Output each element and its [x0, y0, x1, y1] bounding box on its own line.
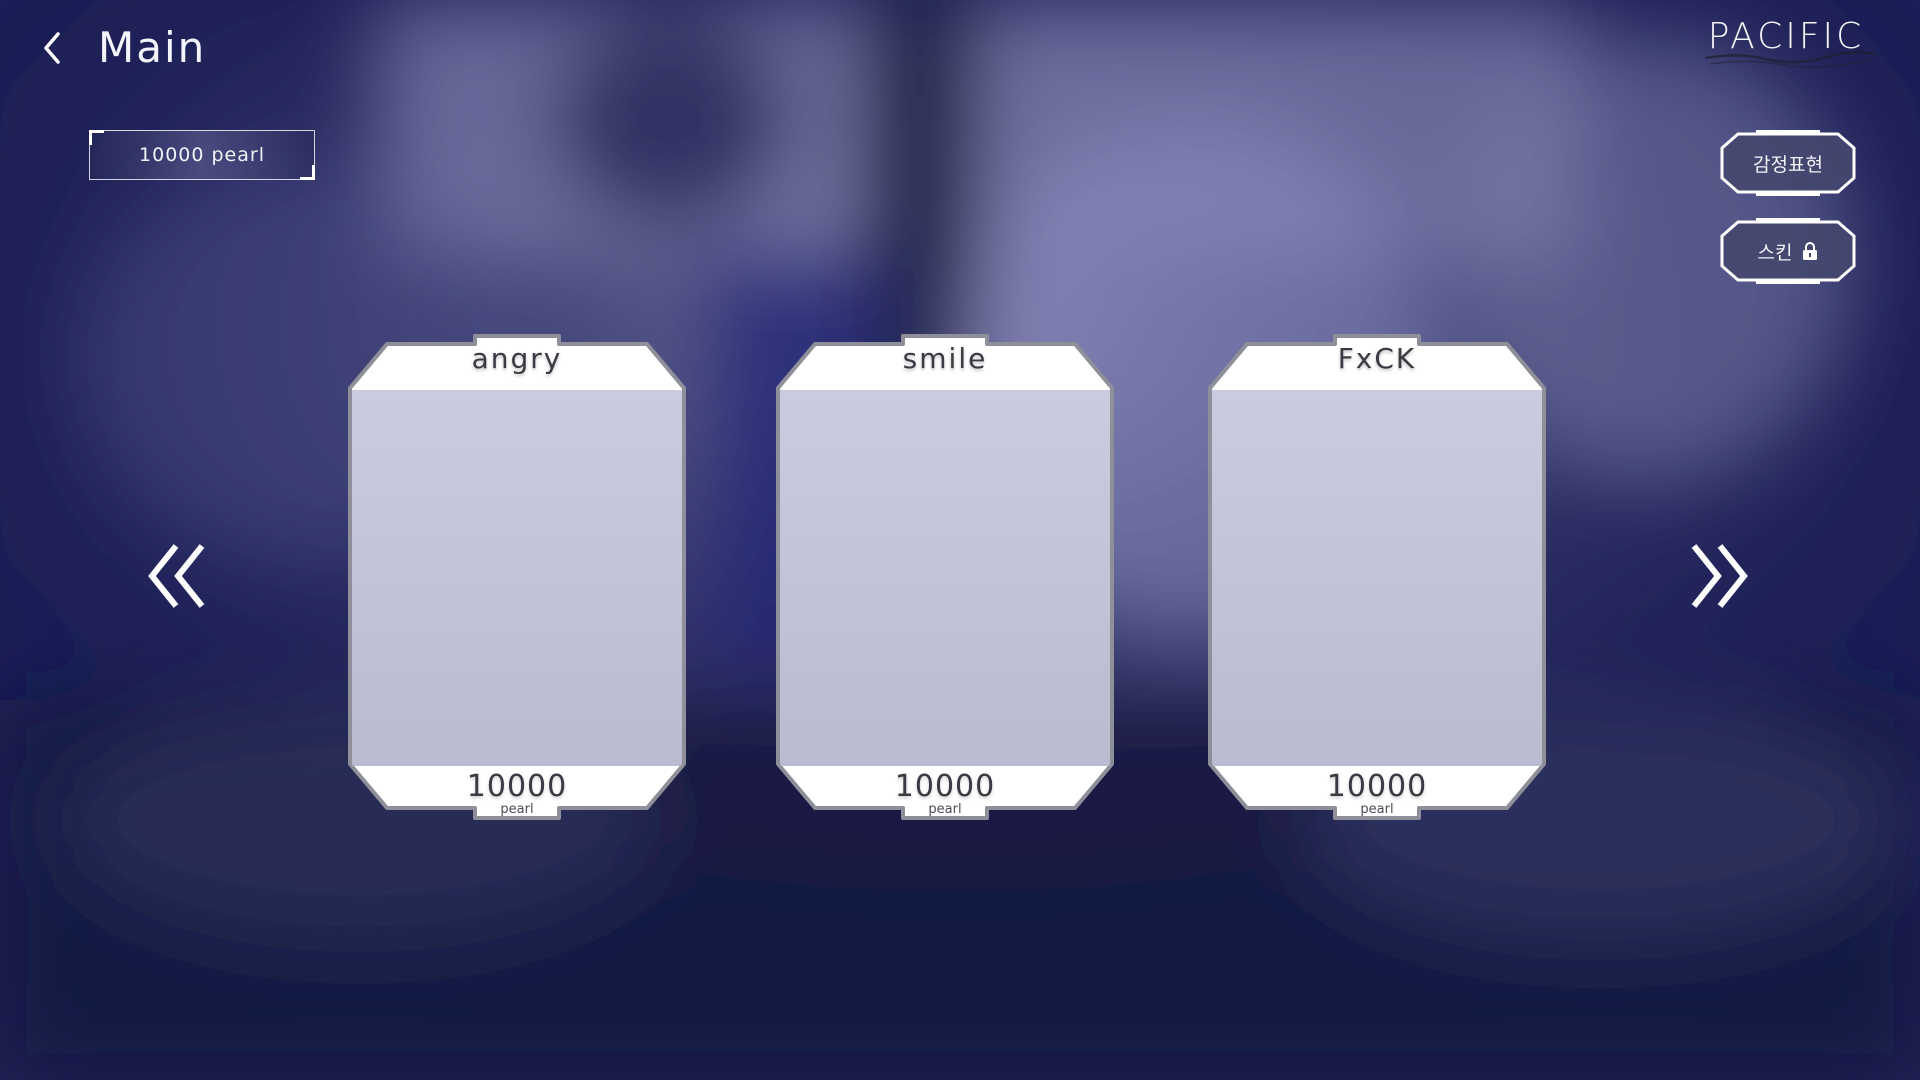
double-chevron-left-icon: [148, 544, 205, 608]
logo-text: PACIFIC: [1707, 16, 1865, 57]
emote-preview: [352, 390, 682, 766]
card-price: 10000: [894, 769, 996, 804]
skin-button-label: 스킨: [1757, 241, 1793, 264]
emote-card-smile[interactable]: smile 10000 pearl: [775, 328, 1115, 824]
emote-card-fxck[interactable]: FxCK 10000 pearl: [1207, 328, 1547, 824]
chevron-left-icon: [44, 32, 60, 64]
emote-preview: [1212, 390, 1542, 766]
card-name: FxCK: [1337, 342, 1417, 375]
emote-button-label: 감정표현: [1753, 153, 1823, 176]
next-page-button[interactable]: [1682, 538, 1752, 614]
card-name: angry: [471, 342, 563, 375]
card-name: smile: [902, 342, 988, 375]
card-price-unit: pearl: [928, 802, 962, 817]
card-price: 10000: [1326, 769, 1428, 804]
currency-display: 10000 pearl: [89, 130, 315, 180]
lock-icon: [1803, 242, 1818, 260]
emote-preview: [780, 390, 1110, 766]
game-logo: PACIFIC: [1700, 14, 1880, 74]
card-price-unit: pearl: [500, 802, 534, 817]
corner-accent: [89, 130, 104, 145]
corner-accent: [300, 165, 315, 180]
back-button[interactable]: [28, 22, 76, 74]
card-price-unit: pearl: [1360, 802, 1394, 817]
currency-value: 10000 pearl: [139, 144, 265, 166]
emote-card-angry[interactable]: angry 10000 pearl: [347, 328, 687, 824]
emote-button[interactable]: 감정표현: [1718, 130, 1858, 196]
skin-button[interactable]: 스킨: [1718, 218, 1858, 284]
page-title: Main: [98, 23, 207, 72]
prev-page-button[interactable]: [144, 538, 214, 614]
double-chevron-right-icon: [1691, 544, 1748, 608]
card-price: 10000: [466, 769, 568, 804]
